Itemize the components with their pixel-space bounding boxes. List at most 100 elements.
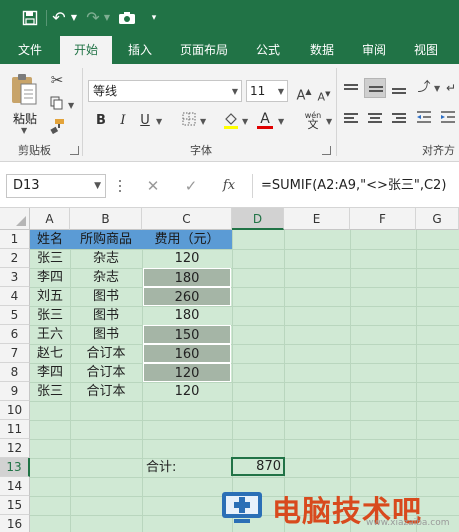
orientation-dropdown-icon[interactable]: ▼	[434, 84, 440, 94]
row-header[interactable]: 4	[0, 287, 30, 306]
italic-button[interactable]: I	[114, 112, 132, 130]
row-header[interactable]: 7	[0, 344, 30, 363]
font-launcher-icon[interactable]	[322, 146, 331, 155]
table-cell[interactable]: 图书	[70, 306, 142, 325]
column-header-d[interactable]: D	[232, 208, 284, 230]
undo-dropdown-icon[interactable]: ▼	[70, 8, 78, 28]
orientation-icon[interactable]: ⤴	[414, 80, 434, 96]
column-header-e[interactable]: E	[284, 208, 350, 230]
table-cell[interactable]: 杂志	[70, 249, 142, 268]
table-cell[interactable]: 图书	[70, 287, 142, 306]
table-cell[interactable]: 王六	[30, 325, 70, 344]
align-center-icon[interactable]	[364, 108, 386, 128]
column-header-f[interactable]: F	[350, 208, 416, 230]
table-cell-highlighted[interactable]: 160	[143, 344, 231, 363]
row-header[interactable]: 15	[0, 496, 30, 515]
table-cell[interactable]: 图书	[70, 325, 142, 344]
font-size-dropdown-icon[interactable]: ▼	[278, 82, 284, 102]
row-header[interactable]: 16	[0, 515, 30, 532]
table-cell[interactable]: 赵七	[30, 344, 70, 363]
column-header-b[interactable]: B	[70, 208, 142, 230]
insert-function-icon[interactable]: fx	[216, 176, 242, 196]
tab-formulas[interactable]: 公式	[246, 36, 290, 64]
decrease-indent-icon[interactable]	[414, 110, 434, 129]
active-cell-d13[interactable]: 870	[231, 457, 285, 476]
row-header[interactable]: 6	[0, 325, 30, 344]
save-icon[interactable]	[20, 8, 40, 28]
table-cell-highlighted[interactable]: 150	[143, 325, 231, 344]
enter-icon[interactable]: ✓	[180, 176, 202, 196]
column-header-g[interactable]: G	[416, 208, 459, 230]
worksheet-grid[interactable]: A B C D E F G 1 2 3 4 5 6 7 8 9 10 11 12…	[0, 208, 459, 532]
undo-icon[interactable]: ↶	[50, 8, 68, 28]
phonetic-guide-button[interactable]: wén 文	[298, 112, 328, 131]
table-cell[interactable]: 合订本	[70, 382, 142, 401]
table-cell-highlighted[interactable]: 260	[143, 287, 231, 306]
tab-data[interactable]: 数据	[300, 36, 344, 64]
name-box-dropdown-icon[interactable]: ▼	[94, 175, 101, 197]
font-color-button[interactable]: A	[256, 112, 274, 130]
table-cell[interactable]: 杂志	[70, 268, 142, 287]
table-cell[interactable]: 刘五	[30, 287, 70, 306]
tab-home[interactable]: 开始	[60, 36, 112, 64]
cut-icon[interactable]: ✂	[48, 72, 66, 88]
fill-color-dropdown-icon[interactable]: ▼	[242, 117, 248, 127]
table-cell[interactable]: 合订本	[70, 363, 142, 382]
align-top-icon[interactable]	[340, 78, 362, 98]
camera-icon[interactable]	[116, 8, 138, 28]
table-cell[interactable]: 180	[142, 306, 232, 325]
table-cell-highlighted[interactable]: 120	[143, 363, 231, 382]
tab-view[interactable]: 视图	[404, 36, 448, 64]
row-header[interactable]: 14	[0, 477, 30, 496]
select-all-button[interactable]	[0, 208, 30, 230]
underline-dropdown-icon[interactable]: ▼	[156, 117, 162, 127]
table-cell-highlighted[interactable]: 180	[143, 268, 231, 287]
fill-color-icon[interactable]	[222, 112, 240, 130]
copy-dropdown-icon[interactable]: ▼	[68, 101, 74, 111]
table-cell[interactable]: 张三	[30, 306, 70, 325]
header-cell-cost[interactable]: 费用（元）	[142, 230, 232, 249]
tab-file[interactable]: 文件	[8, 36, 52, 64]
row-header[interactable]: 10	[0, 401, 30, 420]
increase-indent-icon[interactable]	[438, 110, 458, 129]
align-left-icon[interactable]	[340, 108, 362, 128]
table-cell[interactable]: 张三	[30, 249, 70, 268]
bold-button[interactable]: B	[92, 112, 110, 130]
wrap-text-icon[interactable]: ↵	[444, 80, 458, 96]
row-header[interactable]: 9	[0, 382, 30, 401]
row-header[interactable]: 3	[0, 268, 30, 287]
table-cell[interactable]: 张三	[30, 382, 70, 401]
increase-font-icon[interactable]: A▲	[294, 84, 314, 104]
font-color-dropdown-icon[interactable]: ▼	[278, 117, 284, 127]
row-header[interactable]: 12	[0, 439, 30, 458]
borders-icon[interactable]	[180, 112, 198, 130]
header-cell-name[interactable]: 姓名	[30, 230, 70, 249]
formula-input[interactable]: =SUMIF(A2:A9,"<>张三",C2)	[252, 174, 459, 198]
borders-dropdown-icon[interactable]: ▼	[200, 117, 206, 127]
customize-qat-icon[interactable]: ▾	[148, 8, 160, 28]
paste-button[interactable]: 粘贴 ▼	[8, 70, 42, 135]
align-middle-icon[interactable]	[364, 78, 386, 98]
table-cell[interactable]: 李四	[30, 363, 70, 382]
row-header[interactable]: 13	[0, 458, 30, 477]
copy-icon[interactable]	[48, 96, 66, 115]
table-cell[interactable]: 120	[142, 249, 232, 268]
row-header[interactable]: 11	[0, 420, 30, 439]
row-header[interactable]: 8	[0, 363, 30, 382]
underline-button[interactable]: U	[136, 112, 154, 130]
column-header-c[interactable]: C	[142, 208, 232, 230]
row-header[interactable]: 1	[0, 230, 30, 249]
row-header[interactable]: 5	[0, 306, 30, 325]
clipboard-launcher-icon[interactable]	[70, 146, 79, 155]
header-cell-item[interactable]: 所购商品	[70, 230, 142, 249]
total-label-cell[interactable]: 合计:	[146, 458, 230, 477]
table-cell[interactable]: 李四	[30, 268, 70, 287]
table-cell[interactable]: 合订本	[70, 344, 142, 363]
decrease-font-icon[interactable]: A▼	[316, 86, 332, 106]
phonetic-dropdown-icon[interactable]: ▼	[326, 117, 332, 127]
table-cell[interactable]: 120	[142, 382, 232, 401]
format-painter-icon[interactable]	[48, 118, 66, 139]
tab-page-layout[interactable]: 页面布局	[172, 36, 236, 64]
tab-insert[interactable]: 插入	[118, 36, 162, 64]
tab-review[interactable]: 审阅	[352, 36, 396, 64]
